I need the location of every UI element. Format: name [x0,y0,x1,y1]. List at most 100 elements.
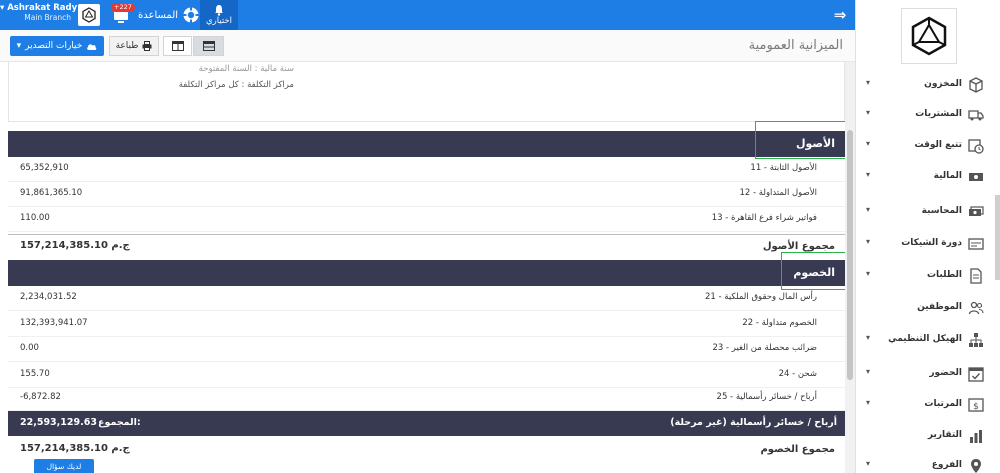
assets-total-label: مجموع الأصول [762,241,835,252]
fiscal-year-text: سنة مالية : السنة المفتوحة [198,64,294,74]
ask-question-button[interactable]: لديك سؤال [34,459,94,473]
account-amount: 2,234,031.52 [20,292,77,302]
table-row[interactable]: 11 - الأصول الثابتة 65,352,910 [8,157,845,182]
sidebar-item-finance[interactable]: المالية ▾ [856,162,996,192]
export-label: خيارات التصدير [25,41,83,51]
account-name[interactable]: 22 - الخصوم متداولة [742,318,817,328]
sidebar-item-label: التقارير [927,430,962,440]
chevron-down-icon: ▾ [866,398,871,407]
sidebar-item-payroll[interactable]: $ المرتبات ▾ [856,390,996,420]
truck-icon [968,110,984,121]
users-icon [968,301,984,315]
sidebar-item-label: المالية [933,171,962,181]
page-toolbar: ▾ خيارات التصدير طباعة الميزانية العمومي… [0,30,855,62]
payroll-icon: $ [968,398,984,412]
sidebar: المخزون ▾ المشتريات ▾ تتبع الوقت ▾ المال… [855,0,1000,473]
bell-icon [215,5,223,16]
account-name[interactable]: 21 - رأس المال وحقوق الملكية [705,292,817,302]
help-label: المساعدة [138,9,179,21]
chevron-down-icon: ▾ [866,139,871,148]
sidebar-item-label: المحاسبة [921,206,962,216]
org-chart-icon [969,333,983,347]
table-row[interactable]: 12 - الأصول المتداولة 91,861,365.10 [8,182,845,207]
sidebar-item-label: دورة الشيكات [901,238,962,248]
sidebar-item-label: المشتريات [915,109,962,119]
shortcuts-button[interactable]: اختياري [200,0,238,30]
unposted-pl-total-label: المجموع: [98,417,141,428]
user-name[interactable]: ▾ Ashrakat Rady [0,3,77,13]
box-icon [969,77,983,93]
chevron-down-icon: ▾ [866,205,871,214]
assets-total-value: 157,214,385.10 ج.م [20,240,130,251]
sidebar-item-reports[interactable]: التقارير [856,421,996,451]
avatar[interactable] [78,4,100,26]
sidebar-item-attendance[interactable]: الحضور ▾ [856,359,996,389]
table-row[interactable]: 13 - فواتير شراء فرع القاهرة 110.00 [8,207,845,232]
sidebar-item-branches[interactable]: الفروع ▾ [856,451,996,473]
sidebar-item-accounting[interactable]: المحاسبة ▾ [856,197,996,227]
money-bills-icon [969,206,984,216]
lifebuoy-icon [183,7,199,23]
sidebar-item-cheques[interactable]: دورة الشيكات ▾ [856,229,996,259]
sidebar-item-org-structure[interactable]: الهيكل التنظيمي ▾ [856,325,996,355]
columns-view-button[interactable] [163,36,192,56]
print-button[interactable]: طباعة [109,36,159,56]
chevron-down-icon: ▾ [866,170,871,179]
shortcuts-label: اختياري [205,16,233,26]
report-header: سنة مالية : السنة المفتوحة مراكز التكلفة… [8,62,845,122]
account-name[interactable]: 25 - أرباح / خسائر رأسمالية [717,392,817,402]
sidebar-item-employees[interactable]: الموظفين [856,293,996,323]
bar-chart-icon [970,430,982,443]
account-amount: 65,352,910 [20,163,69,173]
clock-calendar-icon [968,139,984,154]
account-amount: 155.70 [20,369,50,379]
notifications-button[interactable]: +227 [108,3,135,26]
user-branch: Main Branch [24,13,71,22]
document-icon [970,268,982,284]
unposted-pl-label: أرباح / خسائر رأسمالية (غير مرحلة) [670,417,837,428]
account-name[interactable]: 11 - الأصول الثابتة [750,163,817,173]
page-title: الميزانية العمومية [748,38,843,53]
liabilities-total-label: مجموع الخصوم [760,444,835,455]
notification-badge: +227 [111,3,135,12]
table-row[interactable]: 22 - الخصوم متداولة 132,393,941.07 [8,312,845,337]
liabilities-highlight-box [781,252,845,290]
account-amount: -6,872.82 [20,392,61,402]
rows-icon [202,41,215,51]
chevron-down-icon: ▾ [16,41,22,51]
export-options-button[interactable]: ▾ خيارات التصدير [10,36,104,56]
sidebar-item-purchases[interactable]: المشتريات ▾ [856,100,996,130]
sidebar-item-label: المخزون [924,79,962,89]
account-name[interactable]: 12 - الأصول المتداولة [740,188,818,198]
table-row[interactable]: 21 - رأس المال وحقوق الملكية 2,234,031.5… [8,286,845,311]
sidebar-item-label: الفروع [931,460,962,470]
user-menu[interactable]: ▾ Ashrakat Rady Main Branch [0,0,77,30]
sidebar-item-orders[interactable]: الطلبات ▾ [856,261,996,291]
company-logo-icon [82,7,96,23]
sidebar-item-label: الطلبات [926,270,962,280]
report-content: سنة مالية : السنة المفتوحة مراكز التكلفة… [8,62,845,473]
account-name[interactable]: 13 - فواتير شراء فرع القاهرة [712,213,817,223]
content-scrollbar-thumb[interactable] [847,130,853,380]
sidebar-toggle-icon[interactable]: ⇒ [825,0,855,30]
table-row[interactable]: 24 - شحن 155.70 [8,363,845,388]
table-row[interactable]: 25 - أرباح / خسائر رأسمالية -6,872.82 [8,386,845,411]
sidebar-item-label: الحضور [929,368,962,378]
chevron-down-icon: ▾ [866,459,871,468]
sidebar-item-time-tracking[interactable]: تتبع الوقت ▾ [856,131,996,161]
unposted-pl-value: 22,593,129.63 [20,417,97,428]
liabilities-total-row: مجموع الخصوم 157,214,385.10 ج.م [8,438,845,463]
location-pin-icon [971,459,981,473]
account-amount: 91,861,365.10 [20,188,83,198]
account-name[interactable]: 23 - ضرائب محصلة من الغير [713,343,818,353]
sidebar-item-inventory[interactable]: المخزون ▾ [856,70,996,100]
polyhedron-logo-icon [911,16,947,56]
table-row[interactable]: 23 - ضرائب محصلة من الغير 0.00 [8,337,845,362]
rows-view-button[interactable] [193,36,224,56]
columns-icon [171,41,184,51]
logo[interactable] [901,8,957,64]
check-card-icon [968,238,984,250]
liabilities-section-header: الخصوم [8,260,845,286]
help-button[interactable]: المساعدة [138,0,200,30]
account-name[interactable]: 24 - شحن [779,369,817,379]
